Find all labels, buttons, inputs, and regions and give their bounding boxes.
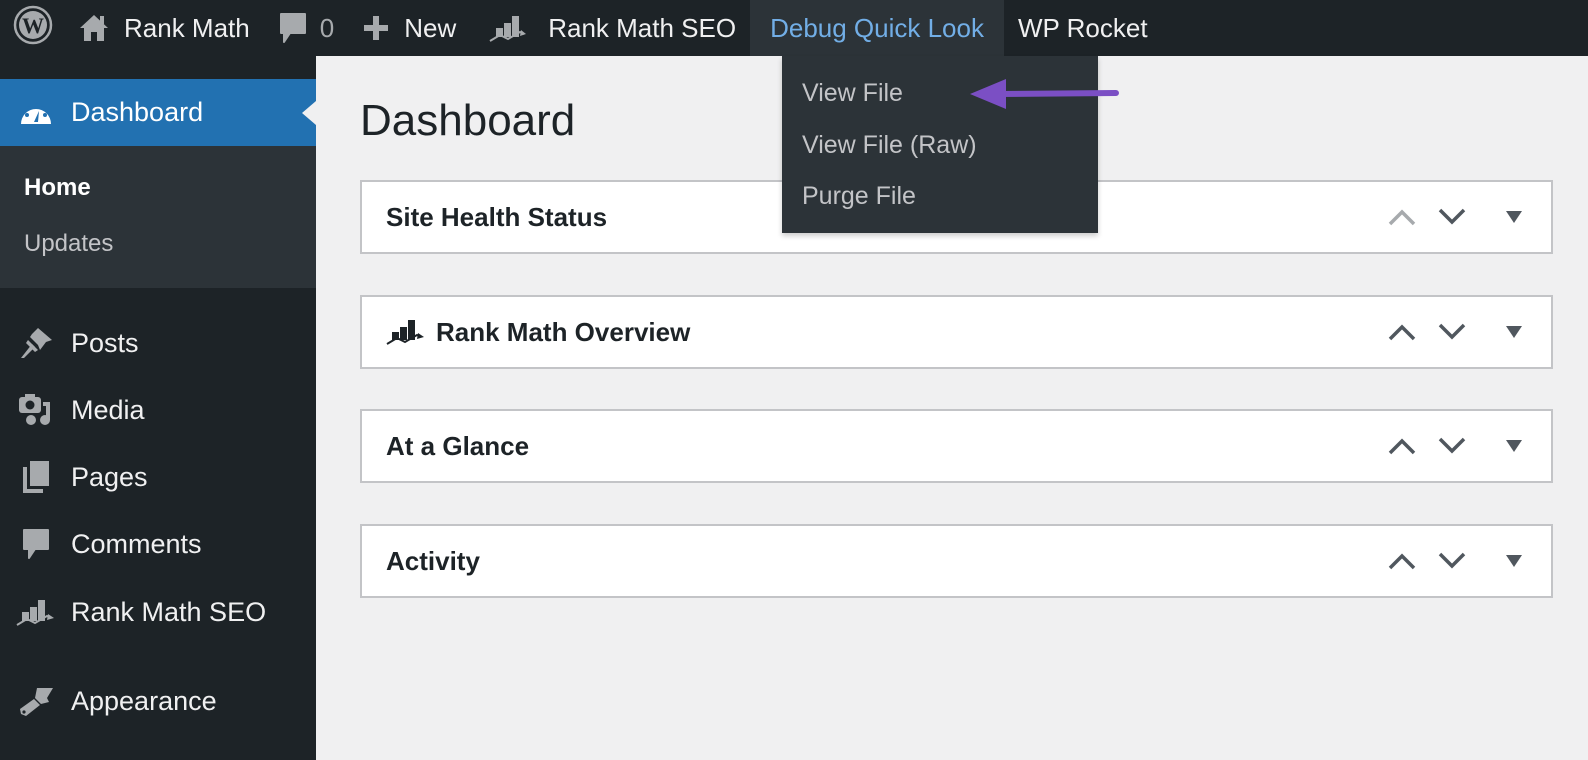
new-label: New — [404, 12, 457, 43]
chevron-down-icon — [1438, 323, 1466, 340]
page-title: Dashboard — [360, 96, 576, 145]
chevron-up-icon — [1388, 438, 1416, 455]
move-down-button[interactable] — [1427, 421, 1477, 471]
comments-count: 0 — [319, 12, 335, 43]
panel-title-text: At a Glance — [386, 430, 530, 461]
move-up-button[interactable] — [1377, 192, 1427, 242]
panel-activity: Activity — [360, 524, 1553, 598]
pin-icon — [16, 326, 56, 360]
move-down-button[interactable] — [1427, 536, 1477, 586]
panel-title: Rank Math Overview — [386, 317, 690, 348]
panel-rank-math-overview: Rank Math Overview — [360, 295, 1553, 369]
sidebar-item-appearance-label: Appearance — [71, 685, 217, 716]
paintbrush-icon — [16, 684, 56, 718]
rank-math-seo-menu[interactable]: Rank Math SEO — [470, 0, 750, 56]
caret-down-icon — [1506, 211, 1522, 223]
sidebar-item-pages-label: Pages — [71, 461, 148, 492]
plus-icon — [362, 14, 390, 42]
wp-rocket-menu[interactable]: WP Rocket — [1004, 0, 1162, 56]
debug-quick-look-label: Debug Quick Look — [770, 12, 984, 43]
sidebar-item-media[interactable]: Media — [0, 380, 316, 440]
toggle-panel-button[interactable] — [1477, 536, 1551, 586]
chevron-down-icon — [1438, 552, 1466, 569]
svg-text:W: W — [22, 13, 44, 38]
current-menu-notch — [302, 101, 316, 125]
admin-bar: W Rank Math 0 New Rank Math SEO Debug Qu… — [0, 0, 1588, 56]
chevron-down-icon — [1438, 437, 1466, 454]
comment-icon — [278, 11, 308, 45]
sidebar-item-dashboard[interactable]: Dashboard — [0, 79, 316, 146]
chevron-up-icon — [1388, 553, 1416, 570]
panel-title-text: Site Health Status — [386, 201, 608, 232]
panel-title-text: Activity — [386, 545, 480, 576]
toggle-panel-button[interactable] — [1477, 421, 1551, 471]
chevron-down-icon — [1438, 208, 1466, 225]
media-icon — [16, 392, 56, 428]
caret-down-icon — [1506, 326, 1522, 338]
submenu-item-updates[interactable]: Updates — [0, 216, 316, 272]
wordpress-logo-icon: W — [12, 4, 54, 53]
caret-down-icon — [1506, 440, 1522, 452]
panel-title-text: Rank Math Overview — [436, 316, 691, 347]
dashboard-submenu: Home Updates — [0, 146, 316, 288]
panel-title: Activity — [386, 546, 480, 577]
sidebar-item-rank-math-seo[interactable]: Rank Math SEO — [0, 582, 316, 642]
comments-menu[interactable]: 0 — [264, 0, 348, 56]
sidebar-item-comments[interactable]: Comments — [0, 514, 316, 574]
rank-math-seo-label: Rank Math SEO — [548, 12, 737, 43]
comment-icon — [16, 527, 56, 561]
debug-quick-look-menu[interactable]: Debug Quick Look — [750, 0, 1004, 56]
annotation-arrow-icon — [970, 79, 1119, 109]
sidebar-item-posts[interactable]: Posts — [0, 313, 316, 373]
home-icon — [78, 12, 110, 44]
panel-title: Site Health Status — [386, 202, 607, 233]
move-down-button[interactable] — [1427, 307, 1477, 357]
panel-at-a-glance: At a Glance — [360, 409, 1553, 483]
move-up-button[interactable] — [1377, 307, 1427, 357]
site-name: Rank Math — [124, 12, 250, 43]
move-up-button[interactable] — [1377, 421, 1427, 471]
move-down-button[interactable] — [1427, 192, 1477, 242]
sidebar-item-media-label: Media — [71, 394, 145, 425]
caret-down-icon — [1506, 555, 1522, 567]
dashboard-gauge-icon — [18, 98, 54, 128]
sidebar-item-rank-math-seo-label: Rank Math SEO — [71, 596, 267, 627]
sidebar-item-appearance[interactable]: Appearance — [0, 671, 316, 731]
chevron-up-icon — [1388, 209, 1416, 226]
rank-math-icon — [16, 597, 56, 627]
new-content-menu[interactable]: New — [348, 0, 470, 56]
submenu-item-home[interactable]: Home — [0, 160, 316, 216]
sidebar-item-posts-label: Posts — [71, 327, 139, 358]
sidebar-item-dashboard-label: Dashboard — [71, 97, 204, 127]
chevron-up-icon — [1388, 324, 1416, 341]
admin-sidebar: Dashboard Home Updates Posts Media Pages… — [0, 56, 316, 760]
panel-title: At a Glance — [386, 431, 529, 462]
sidebar-item-pages[interactable]: Pages — [0, 447, 316, 507]
move-up-button[interactable] — [1377, 536, 1427, 586]
pages-icon — [16, 460, 56, 494]
site-name-menu[interactable]: Rank Math — [64, 0, 264, 56]
rank-math-icon — [386, 318, 426, 346]
toggle-panel-button[interactable] — [1477, 307, 1551, 357]
wordpress-logo-menu[interactable]: W — [0, 0, 64, 56]
wp-rocket-label: WP Rocket — [1017, 12, 1148, 43]
sidebar-item-comments-label: Comments — [71, 528, 202, 559]
menu-item-purge-file[interactable]: Purge File — [782, 171, 1098, 223]
menu-item-view-file-raw[interactable]: View File (Raw) — [782, 120, 1098, 172]
rank-math-icon — [488, 13, 528, 43]
toggle-panel-button[interactable] — [1477, 192, 1551, 242]
